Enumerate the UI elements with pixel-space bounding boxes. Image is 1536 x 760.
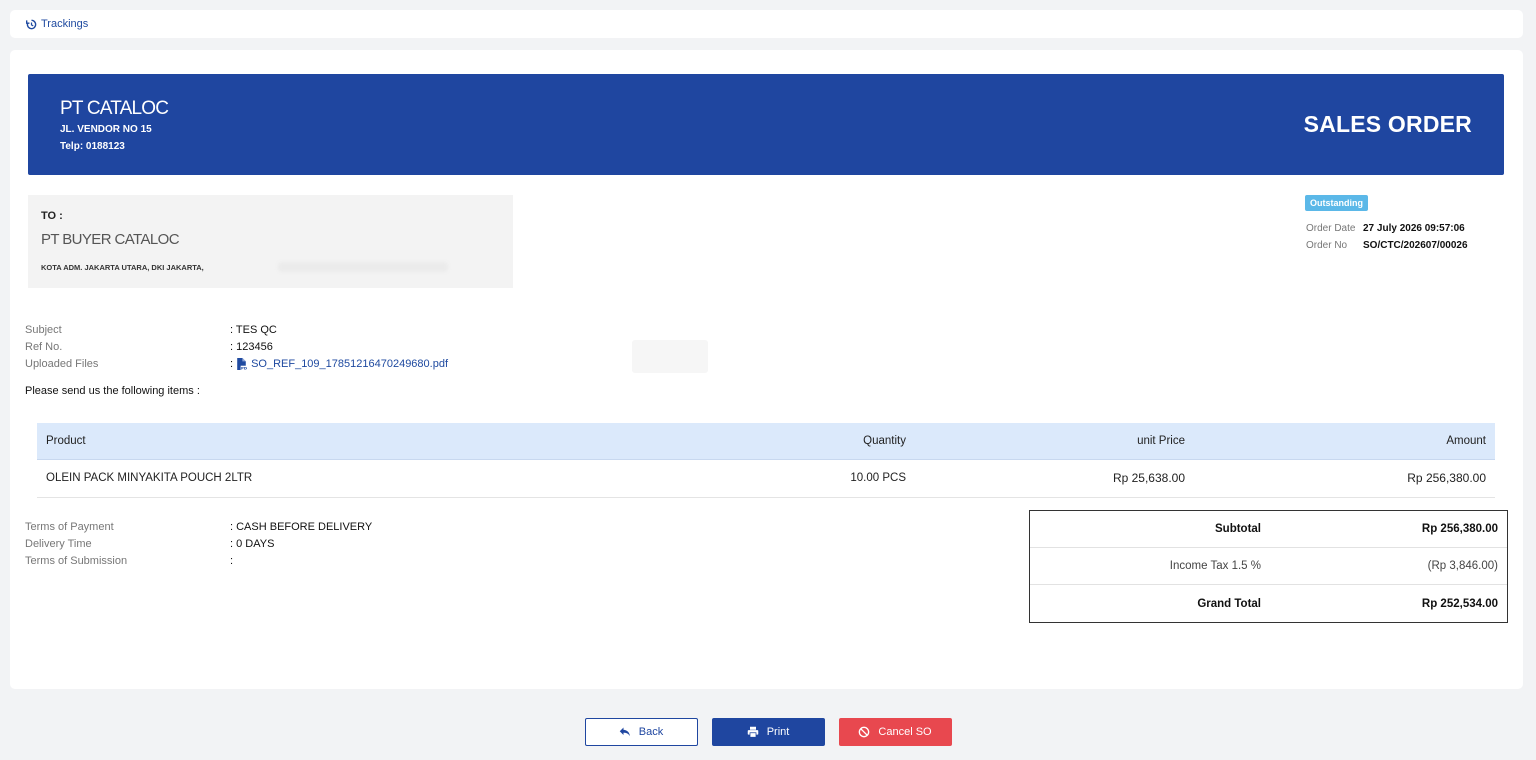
trackings-link[interactable]: Trackings	[26, 18, 88, 30]
recipient-label: TO :	[41, 210, 63, 222]
reply-arrow-icon	[619, 727, 630, 737]
recipient-name: PT BUYER CATALOC	[41, 231, 180, 248]
top-bar: Trackings	[10, 10, 1523, 38]
uploaded-files-value: : PDF SO_REF_109_17851216470249680.pdf	[230, 357, 449, 370]
col-unit-price: unit Price	[915, 423, 1194, 460]
ref-value: : 123456	[230, 340, 273, 353]
company-phone: Telp: 0188123	[60, 141, 125, 152]
item-amount: Rp 256,380.00	[1194, 459, 1495, 498]
company-address: JL. VENDOR NO 15	[60, 124, 152, 135]
cancel-so-button[interactable]: Cancel SO	[838, 718, 952, 746]
ref-label: Ref No.	[25, 340, 63, 353]
grand-total-row: Grand Total Rp 252,534.00	[1030, 585, 1507, 622]
items-table-header: Product Quantity unit Price Amount	[37, 423, 1495, 460]
item-quantity: 10.00 PCS	[794, 459, 915, 498]
col-product: Product	[37, 423, 794, 460]
svg-text:PDF: PDF	[241, 365, 247, 370]
grand-total-label: Grand Total	[1197, 597, 1261, 610]
items-table: Product Quantity unit Price Amount OLEIN…	[37, 423, 1495, 498]
delivery-time-label: Delivery Time	[25, 537, 92, 550]
order-terms: Terms of Payment : CASH BEFORE DELIVERY …	[25, 518, 372, 569]
action-buttons: Back Print Cancel SO	[0, 718, 1536, 746]
totals-box: Subtotal Rp 256,380.00 Income Tax 1.5 % …	[1029, 510, 1508, 623]
subject-value: : TES QC	[230, 323, 277, 336]
cancel-so-button-label: Cancel SO	[878, 726, 932, 738]
subject-label: Subject	[25, 323, 62, 336]
back-button[interactable]: Back	[584, 718, 698, 746]
tax-value: (Rp 3,846.00)	[1427, 560, 1498, 572]
col-amount: Amount	[1194, 423, 1495, 460]
uploaded-file-link[interactable]: PDF SO_REF_109_17851216470249680.pdf	[236, 357, 449, 370]
redacted-area	[632, 340, 708, 373]
submission-terms-label: Terms of Submission	[25, 554, 128, 567]
col-quantity: Quantity	[794, 423, 915, 460]
order-date-value: 27 July 2026 09:57:06	[1363, 223, 1465, 234]
grand-total-value: Rp 252,534.00	[1421, 597, 1498, 610]
back-button-label: Back	[638, 726, 664, 738]
redacted-address	[278, 262, 448, 272]
items-intro-text: Please send us the following items :	[25, 385, 200, 397]
tax-row: Income Tax 1.5 % (Rp 3,846.00)	[1030, 548, 1507, 585]
delivery-time-value: : 0 DAYS	[230, 537, 275, 550]
order-no-label: Order No	[1306, 240, 1348, 251]
order-no-value: SO/CTC/202607/00026	[1363, 240, 1468, 251]
order-info: Subject : TES QC Ref No. : 123456 Upload…	[25, 321, 448, 372]
recipient-address: KOTA ADM. JAKARTA UTARA, DKI JAKARTA,	[41, 263, 204, 272]
subtotal-row: Subtotal Rp 256,380.00	[1030, 511, 1507, 548]
uploaded-files-label: Uploaded Files	[25, 357, 99, 370]
files-prefix: :	[230, 357, 234, 370]
recipient-box: TO : PT BUYER CATALOC KOTA ADM. JAKARTA …	[28, 195, 513, 288]
company-name: PT CATALOC	[60, 98, 169, 119]
order-date-label: Order Date	[1306, 223, 1356, 234]
print-button-label: Print	[766, 726, 790, 738]
document-header-banner: PT CATALOC JL. VENDOR NO 15 Telp: 018812…	[28, 74, 1504, 175]
subtotal-value: Rp 256,380.00	[1421, 523, 1498, 535]
payment-terms-value: : CASH BEFORE DELIVERY	[230, 520, 373, 533]
status-badge: Outstanding	[1305, 195, 1368, 211]
table-row: OLEIN PACK MINYAKITA POUCH 2LTR 10.00 PC…	[37, 459, 1495, 498]
document-title: SALES ORDER	[1303, 111, 1472, 137]
history-icon	[26, 19, 37, 29]
subtotal-label: Subtotal	[1215, 523, 1261, 535]
submission-terms-value: :	[230, 554, 234, 567]
pdf-file-icon: PDF	[237, 357, 247, 370]
tax-label: Income Tax 1.5 %	[1169, 560, 1261, 572]
payment-terms-label: Terms of Payment	[25, 520, 114, 533]
uploaded-file-name: SO_REF_109_17851216470249680.pdf	[251, 357, 449, 370]
sales-order-card: PT CATALOC JL. VENDOR NO 15 Telp: 018812…	[10, 50, 1523, 689]
trackings-label: Trackings	[41, 18, 89, 30]
printer-icon	[747, 726, 758, 738]
print-button[interactable]: Print	[711, 718, 825, 746]
order-meta: Order Date 27 July 2026 09:57:06 Order N…	[1306, 220, 1468, 254]
ban-icon	[859, 726, 870, 738]
item-unit-price: Rp 25,638.00	[915, 459, 1194, 498]
item-product: OLEIN PACK MINYAKITA POUCH 2LTR	[37, 459, 794, 498]
